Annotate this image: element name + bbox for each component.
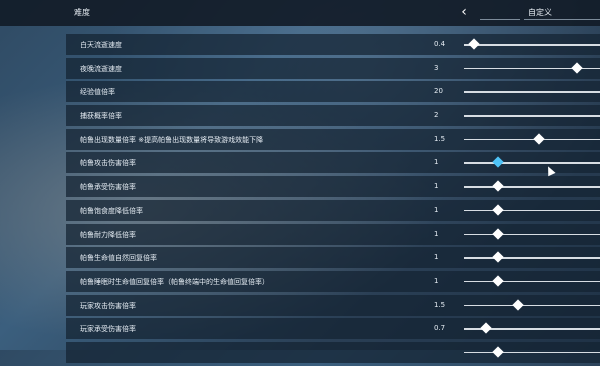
setting-label: 经验值倍率 bbox=[80, 88, 115, 97]
setting-label: 白天流逝速度 bbox=[80, 41, 122, 49]
slider-track[interactable] bbox=[464, 304, 600, 307]
setting-row: 帕鲁生命值自然回复倍率 1 bbox=[66, 247, 600, 269]
slider-handle[interactable] bbox=[492, 180, 504, 192]
slider-track[interactable] bbox=[464, 186, 600, 188]
slider-track[interactable] bbox=[464, 115, 600, 117]
slider-track[interactable] bbox=[464, 138, 600, 141]
setting-value: 3 bbox=[434, 63, 439, 72]
setting-row: 白天流逝速度 0.4 bbox=[66, 34, 600, 55]
setting-label: 捕获概率倍率 bbox=[80, 112, 122, 121]
slider-handle[interactable] bbox=[492, 156, 504, 169]
slider-handle[interactable] bbox=[467, 38, 480, 50]
setting-label: 帕鲁出现数量倍率 ※提高帕鲁出现数量将导致游戏效能下降 bbox=[80, 135, 264, 144]
page-title: 难度 bbox=[74, 8, 90, 17]
setting-value: 2 bbox=[434, 111, 439, 120]
setting-value: 1 bbox=[434, 205, 439, 214]
setting-row: 夜晚流逝速度 3 bbox=[66, 57, 600, 79]
slider-handle[interactable] bbox=[533, 133, 545, 145]
setting-value: 1 bbox=[434, 182, 439, 191]
slider-track[interactable] bbox=[464, 162, 600, 164]
setting-label: 帕鲁攻击伤害倍率 bbox=[80, 159, 136, 168]
slider-handle[interactable] bbox=[480, 322, 492, 334]
slider-handle[interactable] bbox=[492, 346, 504, 358]
setting-row: 帕鲁出现数量倍率 ※提高帕鲁出现数量将导致游戏效能下降 1.5 bbox=[66, 128, 600, 150]
setting-row: 经验值倍率 20 bbox=[66, 81, 600, 103]
preset-selector[interactable]: 自定义 bbox=[528, 7, 588, 18]
setting-value: 1 bbox=[434, 276, 439, 285]
setting-row: 帕鲁耐力降低倍率 1 bbox=[66, 223, 600, 245]
slider-handle[interactable] bbox=[512, 298, 525, 311]
slider-handle[interactable] bbox=[492, 204, 504, 216]
setting-value: 20 bbox=[434, 87, 443, 96]
slider-handle[interactable] bbox=[492, 275, 504, 287]
slider-handle[interactable] bbox=[492, 251, 504, 263]
setting-label: 帕鲁承受伤害倍率 bbox=[80, 183, 136, 192]
preset-underline bbox=[524, 19, 600, 20]
slider-track[interactable] bbox=[464, 351, 600, 354]
setting-row: 捕获概率倍率 2 bbox=[66, 105, 600, 127]
slider-track[interactable] bbox=[464, 280, 600, 283]
setting-label: 帕鲁生命值自然回复倍率 bbox=[80, 254, 157, 263]
preset-divider bbox=[480, 19, 520, 20]
setting-row: 玩家承受伤害倍率 0.7 bbox=[66, 318, 600, 340]
setting-label: 帕鲁睡眠时生命值回复倍率（帕鲁终端中的生命值回复倍率） bbox=[80, 277, 269, 286]
setting-value: 1 bbox=[434, 253, 439, 262]
setting-row: 玩家攻击伤害倍率 1.5 bbox=[66, 294, 600, 316]
setting-row bbox=[66, 341, 600, 363]
slider-handle[interactable] bbox=[571, 62, 583, 74]
setting-row: 帕鲁睡眠时生命值回复倍率（帕鲁终端中的生命值回复倍率） 1 bbox=[66, 270, 600, 292]
setting-label: 帕鲁耐力降低倍率 bbox=[80, 230, 136, 239]
slider-track[interactable] bbox=[464, 91, 600, 93]
setting-label: 帕鲁饱食度降低倍率 bbox=[80, 206, 143, 215]
setting-value: 1 bbox=[434, 158, 439, 167]
slider-track[interactable] bbox=[464, 209, 600, 212]
setting-value: 0.7 bbox=[434, 324, 446, 333]
back-arrow-icon[interactable]: ‹ bbox=[456, 3, 472, 21]
setting-label: 玩家攻击伤害倍率 bbox=[80, 301, 136, 310]
settings-list: 白天流逝速度 0.4 夜晚流逝速度 3 经验值倍率 20 捕获概率倍率 2 帕鲁出现数量倍率 ※… bbox=[66, 34, 600, 366]
slider-track[interactable] bbox=[464, 233, 600, 235]
setting-row: 帕鲁承受伤害倍率 1 bbox=[66, 176, 600, 198]
setting-row: 帕鲁饱食度降低倍率 1 bbox=[66, 199, 600, 221]
setting-label: 玩家承受伤害倍率 bbox=[80, 325, 136, 334]
setting-row: 帕鲁攻击伤害倍率 1 bbox=[66, 152, 600, 174]
slider-track[interactable] bbox=[464, 257, 600, 259]
setting-value: 1.5 bbox=[434, 134, 446, 143]
slider-track[interactable] bbox=[464, 44, 600, 46]
setting-value: 0.4 bbox=[434, 40, 446, 48]
setting-value: 1 bbox=[434, 229, 439, 238]
slider-handle[interactable] bbox=[492, 227, 504, 240]
setting-label: 夜晚流逝速度 bbox=[80, 64, 122, 73]
setting-value: 1.5 bbox=[434, 300, 446, 309]
header-bar: 难度 ‹ 自定义 bbox=[0, 0, 600, 26]
